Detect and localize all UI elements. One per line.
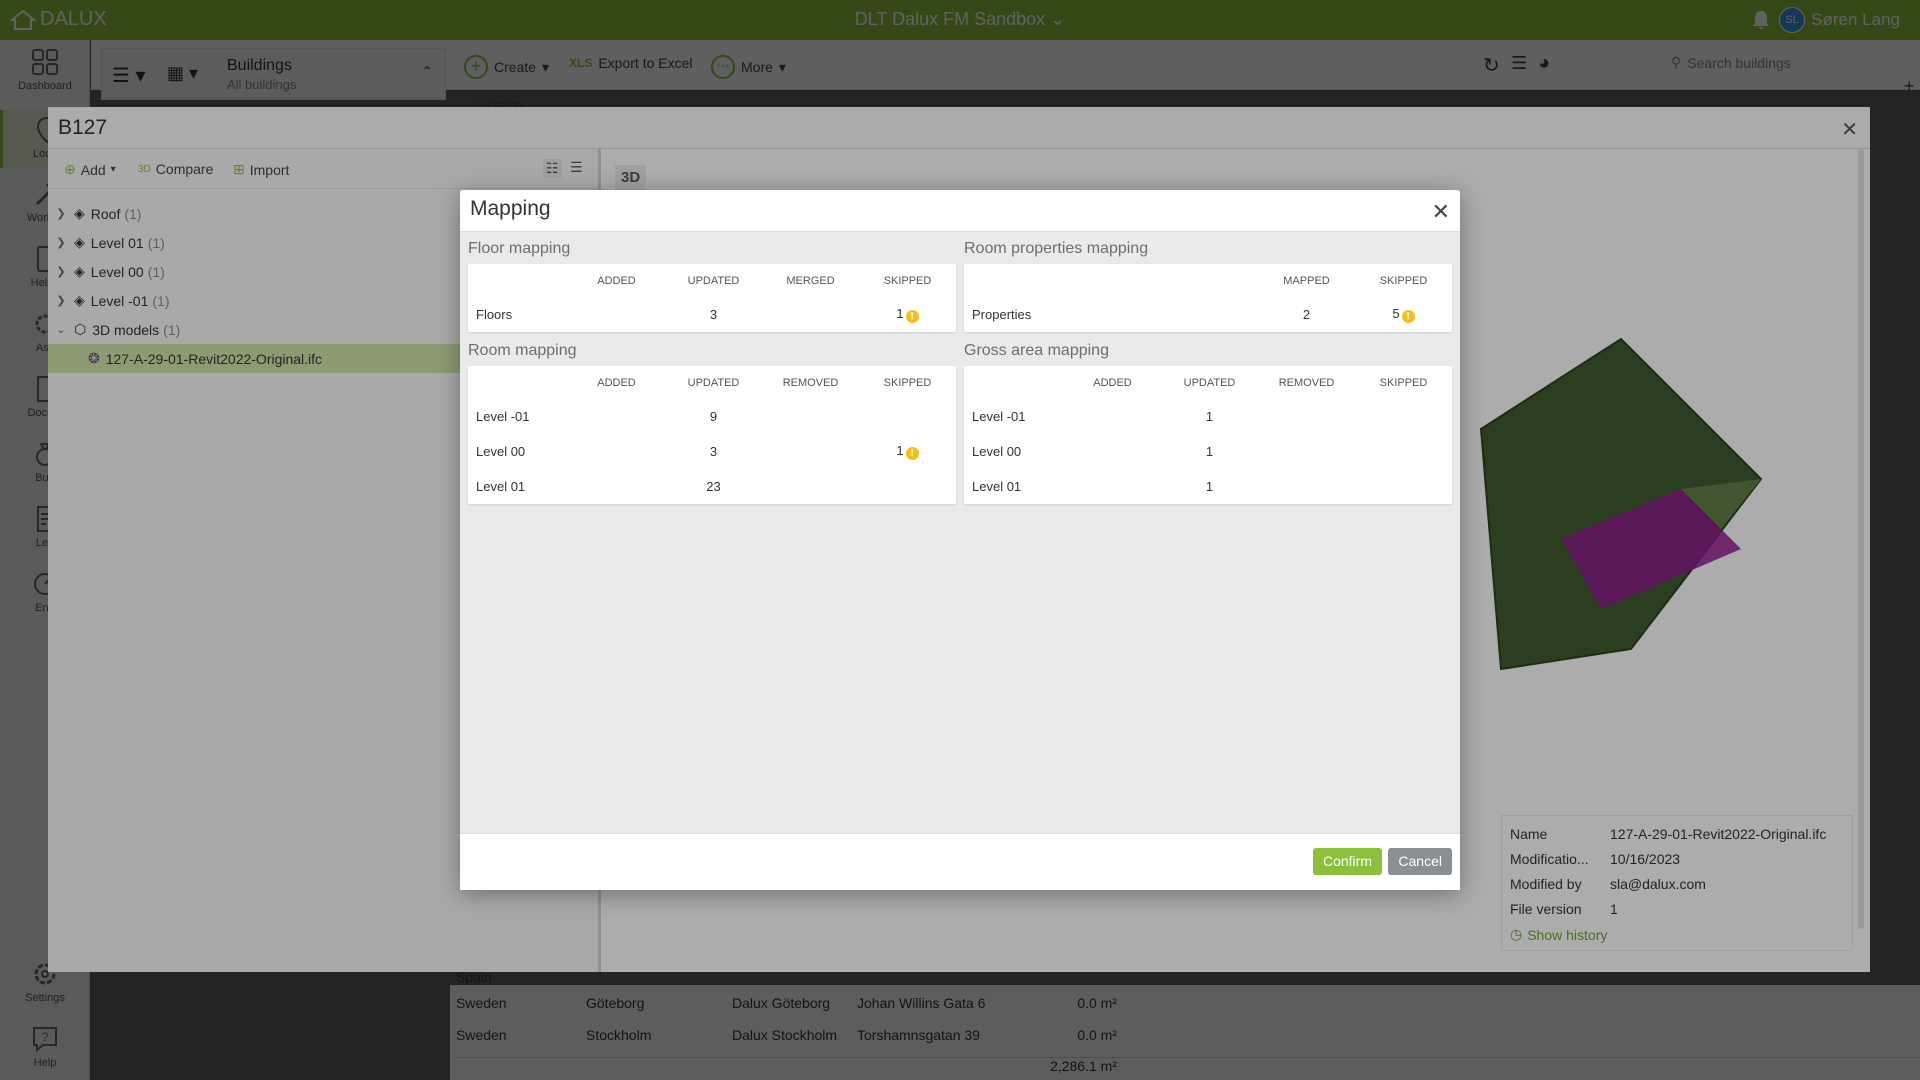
table-header-row: ADDED UPDATED MERGED SKIPPED	[468, 264, 956, 297]
cell-removed	[1258, 399, 1355, 434]
cell-added	[568, 434, 665, 469]
table-row: Level -01 1	[964, 399, 1452, 434]
col-header	[1064, 264, 1161, 297]
mapping-dialog: Mapping ✕ Floor mapping ADDED UPDATED ME…	[460, 190, 1460, 890]
room-mapping-card: ADDED UPDATED REMOVED SKIPPED Level -01 …	[468, 366, 956, 504]
col-header: SKIPPED	[1379, 274, 1428, 287]
col-header: REMOVED	[1278, 376, 1335, 389]
col-header	[1161, 264, 1258, 297]
section-title: Floor mapping	[468, 240, 571, 257]
cell-empty	[1064, 297, 1161, 332]
section-title: Room mapping	[468, 342, 577, 359]
row-label: Level -01	[972, 409, 1026, 424]
col-header: SKIPPED	[1379, 376, 1428, 389]
col-header: UPDATED	[687, 376, 740, 389]
row-label: Floors	[476, 307, 513, 322]
cell-empty	[1161, 297, 1258, 332]
cell-updated: 1	[1205, 409, 1214, 424]
dialog-body: Floor mapping ADDED UPDATED MERGED SKIPP…	[460, 232, 1460, 833]
row-label: Level 01	[476, 479, 526, 494]
section-title: Room properties mapping	[964, 240, 1149, 257]
table-row: Properties 2 5!	[964, 297, 1452, 332]
table-header-row: ADDED UPDATED REMOVED SKIPPED	[468, 366, 956, 399]
cell-updated: 3	[709, 307, 718, 322]
floor-mapping-card: ADDED UPDATED MERGED SKIPPED Floors 3 1!	[468, 264, 956, 332]
row-label: Level -01	[476, 409, 530, 424]
cell-added	[568, 297, 665, 332]
skipped-value: 1	[896, 443, 904, 458]
col-header: SKIPPED	[883, 376, 932, 389]
table-header-row: ADDED UPDATED REMOVED SKIPPED	[964, 366, 1452, 399]
gross-area-mapping-section: Gross area mapping ADDED UPDATED REMOVED…	[964, 336, 1452, 504]
cell-updated: 3	[709, 444, 718, 459]
room-properties-card: MAPPED SKIPPED Properties 2 5!	[964, 264, 1452, 332]
cell-updated: 1	[1205, 444, 1214, 459]
table-row: Level -01 9	[468, 399, 956, 434]
row-label: Level 01	[972, 479, 1022, 494]
cancel-button[interactable]: Cancel	[1388, 848, 1452, 875]
room-properties-mapping-section: Room properties mapping MAPPED SKIPPED P…	[964, 234, 1452, 332]
skipped-value: 5	[1392, 306, 1400, 321]
table-row: Floors 3 1!	[468, 297, 956, 332]
table-row: Level 01 1	[964, 469, 1452, 504]
cell-removed	[1258, 434, 1355, 469]
cell-skipped: 1!	[859, 434, 956, 469]
floor-mapping-section: Floor mapping ADDED UPDATED MERGED SKIPP…	[468, 234, 956, 332]
cell-removed	[762, 469, 859, 504]
section-title: Gross area mapping	[964, 342, 1109, 359]
col-header	[964, 264, 1064, 297]
cell-added	[1064, 469, 1161, 504]
col-header	[964, 366, 1064, 399]
warning-icon[interactable]: !	[1401, 310, 1415, 323]
cell-added	[1064, 434, 1161, 469]
room-mapping-section: Room mapping ADDED UPDATED REMOVED SKIPP…	[468, 336, 956, 504]
col-header: ADDED	[597, 274, 636, 287]
col-header: UPDATED	[1183, 376, 1236, 389]
table-row: Level 00 3 1!	[468, 434, 956, 469]
warning-icon[interactable]: !	[905, 447, 919, 460]
col-header: MAPPED	[1283, 274, 1330, 287]
cell-added	[568, 399, 665, 434]
cell-updated: 9	[709, 409, 718, 424]
cell-skipped	[1355, 399, 1452, 434]
cell-merged	[762, 297, 859, 332]
skipped-value: 1	[896, 306, 904, 321]
col-header: UPDATED	[687, 274, 740, 287]
cell-added	[568, 469, 665, 504]
col-header: MERGED	[786, 274, 835, 287]
col-header: ADDED	[1093, 376, 1132, 389]
cell-removed	[762, 399, 859, 434]
gross-area-card: ADDED UPDATED REMOVED SKIPPED Level -01 …	[964, 366, 1452, 504]
cell-skipped: 1!	[859, 297, 956, 332]
table-row: Level 01 23	[468, 469, 956, 504]
row-label: Level 00	[972, 444, 1022, 459]
cell-removed	[1258, 469, 1355, 504]
cell-skipped	[859, 469, 956, 504]
row-label: Properties	[972, 307, 1032, 322]
confirm-button[interactable]: Confirm	[1312, 848, 1382, 875]
close-icon[interactable]: ✕	[1432, 199, 1450, 225]
cell-updated: 23	[706, 479, 721, 494]
cell-removed	[762, 434, 859, 469]
row-label: Level 00	[476, 444, 526, 459]
col-header: REMOVED	[782, 376, 839, 389]
table-header-row: MAPPED SKIPPED	[964, 264, 1452, 297]
warning-icon[interactable]: !	[905, 310, 919, 323]
cell-skipped	[1355, 469, 1452, 504]
table-row: Level 00 1	[964, 434, 1452, 469]
cell-skipped	[859, 399, 956, 434]
dialog-title: Mapping	[470, 197, 551, 220]
cell-mapped: 2	[1302, 307, 1311, 322]
cell-updated: 1	[1205, 479, 1214, 494]
col-header: SKIPPED	[883, 274, 932, 287]
dialog-header: Mapping ✕	[460, 190, 1460, 232]
col-header: ADDED	[597, 376, 636, 389]
col-header	[468, 264, 568, 297]
dialog-footer: Confirm Cancel	[460, 833, 1460, 890]
cell-added	[1064, 399, 1161, 434]
col-header	[468, 366, 568, 399]
cell-skipped: 5!	[1355, 297, 1452, 332]
cell-skipped	[1355, 434, 1452, 469]
